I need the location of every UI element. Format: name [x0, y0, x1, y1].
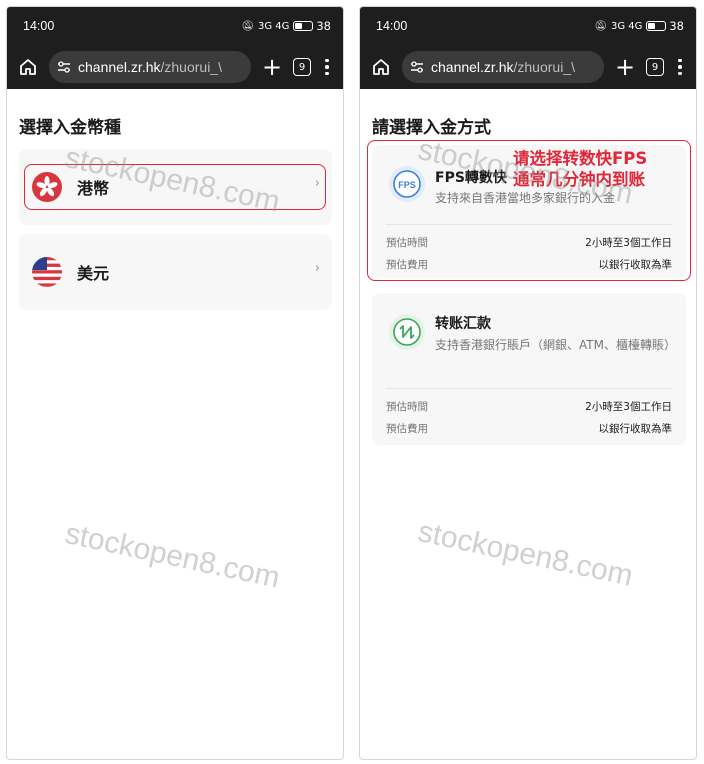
mute-icon: 🔕︎ — [594, 20, 607, 32]
right-screen: 14:00 🔕︎ 3G 4G 38 channel.zr.hk/zhuorui_… — [359, 6, 697, 760]
battery-percent: 38 — [669, 19, 684, 33]
home-button[interactable] — [15, 54, 41, 80]
tab-switcher-button[interactable]: 9 — [646, 58, 664, 76]
watermark: stockopen8.com — [62, 517, 283, 595]
site-settings-icon — [411, 61, 423, 73]
new-tab-button[interactable]: + — [612, 54, 638, 80]
new-tab-button[interactable]: + — [259, 54, 285, 80]
status-icons: 🔕︎ 3G 4G 38 — [241, 19, 331, 33]
estimated-fee-label: 預估費用 — [386, 423, 428, 435]
status-time: 14:00 — [23, 19, 55, 33]
url-path: /zhuorui_\ — [513, 59, 575, 75]
mute-icon: 🔕︎ — [241, 20, 254, 32]
left-screen: 14:00 🔕︎ 3G 4G 38 channel.zr.hk/zhuorui_… — [6, 6, 344, 760]
estimated-time-value: 2小時至3個工作日 — [585, 401, 672, 413]
signal-icon: 3G 4G — [610, 20, 643, 32]
page-title: 選擇入金幣種 — [19, 118, 121, 138]
estimated-time-label: 預估時間 — [386, 401, 428, 413]
estimated-fee-row: 預估費用 以銀行收取為準 — [386, 421, 672, 436]
divider — [386, 388, 672, 389]
annotation-line-2: 通常几分钟内到账 — [513, 170, 645, 189]
chevron-right-icon: › — [314, 261, 320, 276]
address-bar[interactable]: channel.zr.hk/zhuorui_\ — [402, 51, 604, 83]
annotation-text: 请选择转数快FPS 通常几分钟内到账 — [513, 148, 647, 190]
status-bar: 14:00 🔕︎ 3G 4G 38 — [360, 7, 696, 45]
battery-percent: 38 — [316, 19, 331, 33]
page-title: 請選擇入金方式 — [372, 118, 491, 138]
url-path: /zhuorui_\ — [160, 59, 222, 75]
browser-toolbar: channel.zr.hk/zhuorui_\ + 9 — [7, 45, 343, 89]
home-button[interactable] — [368, 54, 394, 80]
estimated-time-row: 預估時間 2小時至3個工作日 — [386, 399, 672, 414]
url-text: channel.zr.hk/zhuorui_\ — [78, 59, 222, 75]
annotation-line-1: 请选择转数快FPS — [513, 149, 648, 168]
signal-icon: 3G 4G — [257, 20, 290, 32]
home-icon — [20, 59, 36, 75]
url-host: channel.zr.hk — [78, 59, 161, 75]
battery-icon: 38 — [293, 19, 331, 33]
url-text: channel.zr.hk/zhuorui_\ — [431, 59, 575, 75]
transfer-arrows-icon — [393, 318, 421, 346]
estimated-fee-value: 以銀行收取為準 — [598, 423, 673, 435]
us-flag-icon — [32, 257, 62, 287]
url-host: channel.zr.hk — [431, 59, 514, 75]
method-option-bank-transfer[interactable]: 转账汇款 支持香港銀行賬戶（網銀、ATM、櫃檯轉賬） 預估時間 2小時至3個工作… — [372, 293, 686, 445]
menu-button[interactable] — [319, 58, 335, 76]
transfer-icon — [389, 314, 425, 350]
browser-toolbar: channel.zr.hk/zhuorui_\ + 9 — [360, 45, 696, 89]
tab-switcher-button[interactable]: 9 — [293, 58, 311, 76]
home-icon — [373, 59, 389, 75]
status-icons: 🔕︎ 3G 4G 38 — [594, 19, 684, 33]
watermark: stockopen8.com — [415, 515, 636, 593]
battery-icon: 38 — [646, 19, 684, 33]
method-desc-transfer: 支持香港銀行賬戶（網銀、ATM、櫃檯轉賬） — [435, 338, 676, 352]
address-bar[interactable]: channel.zr.hk/zhuorui_\ — [49, 51, 251, 83]
highlight-box — [24, 164, 326, 210]
menu-button[interactable] — [672, 58, 688, 76]
status-bar: 14:00 🔕︎ 3G 4G 38 — [7, 7, 343, 45]
status-time: 14:00 — [376, 19, 408, 33]
currency-label-usd: 美元 — [77, 264, 110, 283]
currency-option-usd[interactable]: 美元 › — [19, 234, 332, 310]
method-title-transfer: 转账汇款 — [435, 316, 491, 332]
site-settings-icon — [58, 61, 70, 73]
